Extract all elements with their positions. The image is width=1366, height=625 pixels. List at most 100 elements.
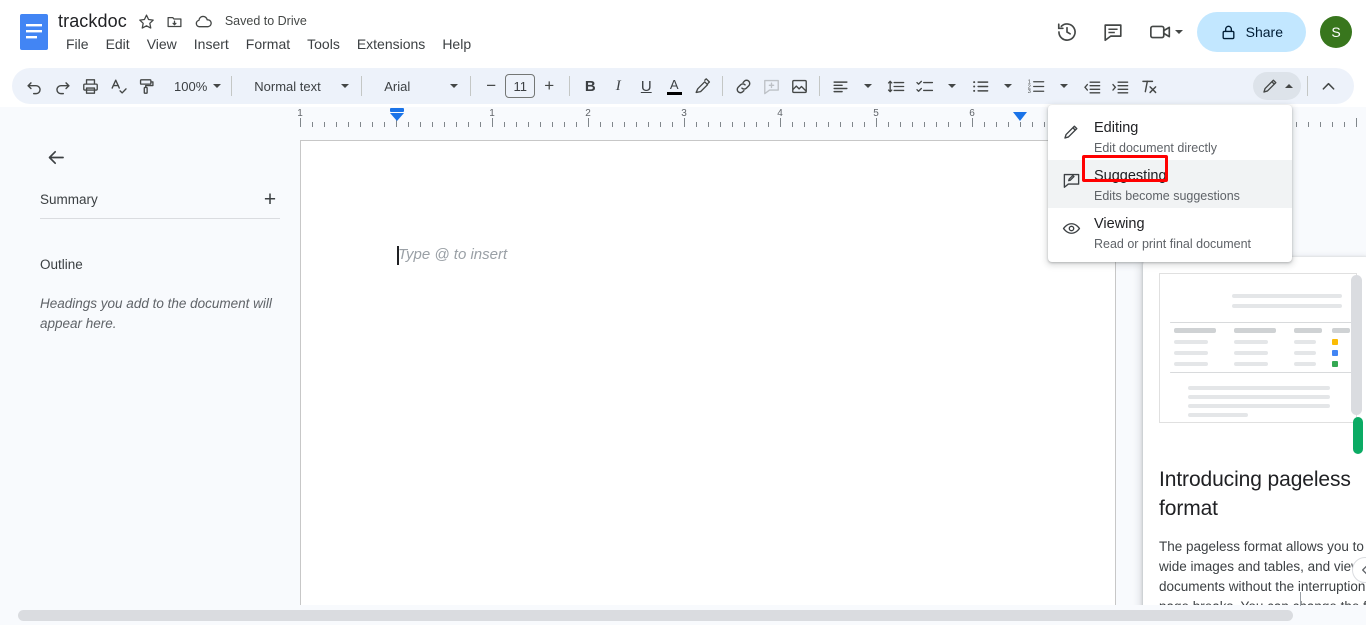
left-indent-marker[interactable] — [390, 108, 404, 121]
align-left-icon[interactable] — [826, 72, 854, 100]
promo-illustration — [1159, 273, 1357, 423]
numbered-list-icon[interactable]: 1 2 3 — [1022, 72, 1050, 100]
google-meet-icon[interactable] — [1139, 12, 1189, 52]
star-icon[interactable] — [138, 13, 155, 30]
paragraph-style-selector[interactable]: Normal text — [238, 72, 355, 100]
back-arrow-icon[interactable] — [40, 141, 72, 173]
horizontal-scrollbar[interactable] — [18, 610, 1293, 621]
eye-icon — [1062, 219, 1082, 239]
align-dropdown[interactable] — [854, 72, 882, 100]
plus-icon[interactable]: + — [258, 187, 282, 211]
menu-file[interactable]: File — [58, 34, 97, 54]
indent-triangle — [390, 113, 404, 121]
mode-title: Viewing — [1094, 216, 1145, 232]
document-title-row: trackdoc Saved to Drive — [58, 8, 307, 34]
menu-view[interactable]: View — [139, 34, 185, 54]
move-to-folder-icon[interactable] — [166, 13, 183, 30]
header-actions: Share S — [1047, 8, 1352, 56]
redo-icon[interactable] — [48, 72, 76, 100]
spellcheck-icon[interactable] — [104, 72, 132, 100]
ruler-tick — [1356, 118, 1357, 127]
increase-indent-icon[interactable] — [1106, 72, 1134, 100]
checklist-icon[interactable] — [910, 72, 938, 100]
bold-button[interactable]: B — [576, 72, 604, 100]
menu-tools[interactable]: Tools — [299, 34, 348, 54]
ruler-tick — [876, 118, 877, 127]
font-family-selector[interactable]: Arial — [368, 72, 464, 100]
ruler-tick — [588, 118, 589, 127]
ruler-tick — [684, 118, 685, 127]
suggest-edit-icon — [1062, 171, 1082, 191]
toolbar-divider — [819, 76, 821, 96]
summary-label: Summary — [40, 191, 98, 207]
print-icon[interactable] — [76, 72, 104, 100]
toolbar-divider — [231, 76, 233, 96]
vertical-scrollbar-marker[interactable] — [1353, 417, 1363, 454]
chevron-down-icon — [948, 84, 957, 88]
chevron-down-icon — [213, 84, 222, 88]
menu-format[interactable]: Format — [238, 34, 298, 54]
numbered-list-dropdown[interactable] — [1050, 72, 1078, 100]
svg-text:3: 3 — [1028, 89, 1031, 95]
hide-menus-chevron-up-icon[interactable] — [1314, 72, 1342, 100]
menu-extensions[interactable]: Extensions — [349, 34, 433, 54]
editing-mode-button[interactable] — [1253, 72, 1301, 100]
clear-formatting-icon[interactable] — [1134, 72, 1162, 100]
insert-image-icon[interactable] — [785, 72, 813, 100]
chevron-down-icon — [1174, 30, 1183, 34]
chevron-down-icon — [1004, 84, 1013, 88]
menu-edit[interactable]: Edit — [98, 34, 138, 54]
document-title[interactable]: trackdoc — [58, 11, 127, 32]
avatar[interactable]: S — [1320, 16, 1352, 48]
bulleted-list-icon[interactable] — [966, 72, 994, 100]
outline-empty-hint: Headings you add to the document will ap… — [40, 296, 272, 331]
minus-icon: − — [486, 76, 497, 95]
undo-icon[interactable] — [20, 72, 48, 100]
mode-menu-item-editing[interactable]: Editing Edit document directly — [1048, 112, 1292, 160]
zoom-value: 100% — [174, 78, 208, 94]
docs-logo-icon — [20, 14, 48, 50]
zoom-selector[interactable]: 100% — [160, 72, 225, 100]
decrease-font-size-button[interactable]: − — [477, 72, 505, 100]
paragraph-style-value: Normal text — [254, 78, 321, 94]
add-comment-icon[interactable] — [757, 72, 785, 100]
ruler-tick — [972, 118, 973, 127]
ruler-tick — [300, 118, 301, 127]
checklist-dropdown[interactable] — [938, 72, 966, 100]
highlight-color-icon[interactable] — [688, 72, 716, 100]
paint-format-icon[interactable] — [132, 72, 160, 100]
chevron-up-icon — [1285, 84, 1293, 88]
page-edge-marker — [1300, 592, 1301, 606]
chevron-down-icon — [864, 84, 873, 88]
toolbar-divider — [1307, 76, 1308, 96]
decrease-indent-icon[interactable] — [1078, 72, 1106, 100]
comment-history-icon[interactable] — [1093, 12, 1133, 52]
font-family-value: Arial — [384, 78, 411, 94]
vertical-scrollbar[interactable] — [1351, 275, 1362, 415]
version-history-icon[interactable] — [1047, 12, 1087, 52]
line-spacing-icon[interactable] — [882, 72, 910, 100]
menu-help[interactable]: Help — [434, 34, 479, 54]
right-indent-marker[interactable] — [1013, 112, 1027, 121]
menu-insert[interactable]: Insert — [186, 34, 237, 54]
ruler-tick — [492, 118, 493, 127]
mode-menu-item-viewing[interactable]: Viewing Read or print final document — [1048, 208, 1292, 256]
outline-sidebar: Summary + Outline Headings you add to th… — [20, 127, 300, 605]
share-button[interactable]: Share — [1196, 12, 1306, 52]
underline-button[interactable]: U — [632, 72, 660, 100]
cloud-saved-icon[interactable] — [194, 12, 213, 31]
insert-link-icon[interactable] — [729, 72, 757, 100]
document-page[interactable]: Type @ to insert — [300, 140, 1116, 605]
lock-icon — [1222, 25, 1235, 39]
italic-button[interactable]: I — [604, 72, 632, 100]
toolbar-divider — [470, 76, 472, 96]
app-header: trackdoc Saved to Drive File Edit View I… — [0, 0, 1366, 64]
increase-font-size-button[interactable]: + — [535, 72, 563, 100]
toolbar-divider — [361, 76, 363, 96]
bulleted-list-dropdown[interactable] — [994, 72, 1022, 100]
save-status: Saved to Drive — [224, 14, 307, 28]
mode-menu-item-suggesting[interactable]: Suggesting Edits become suggestions — [1048, 160, 1292, 208]
font-size-input[interactable]: 11 — [505, 74, 536, 98]
text-color-button[interactable]: A — [660, 72, 688, 100]
menu-bar: File Edit View Insert Format Tools Exten… — [58, 34, 479, 54]
